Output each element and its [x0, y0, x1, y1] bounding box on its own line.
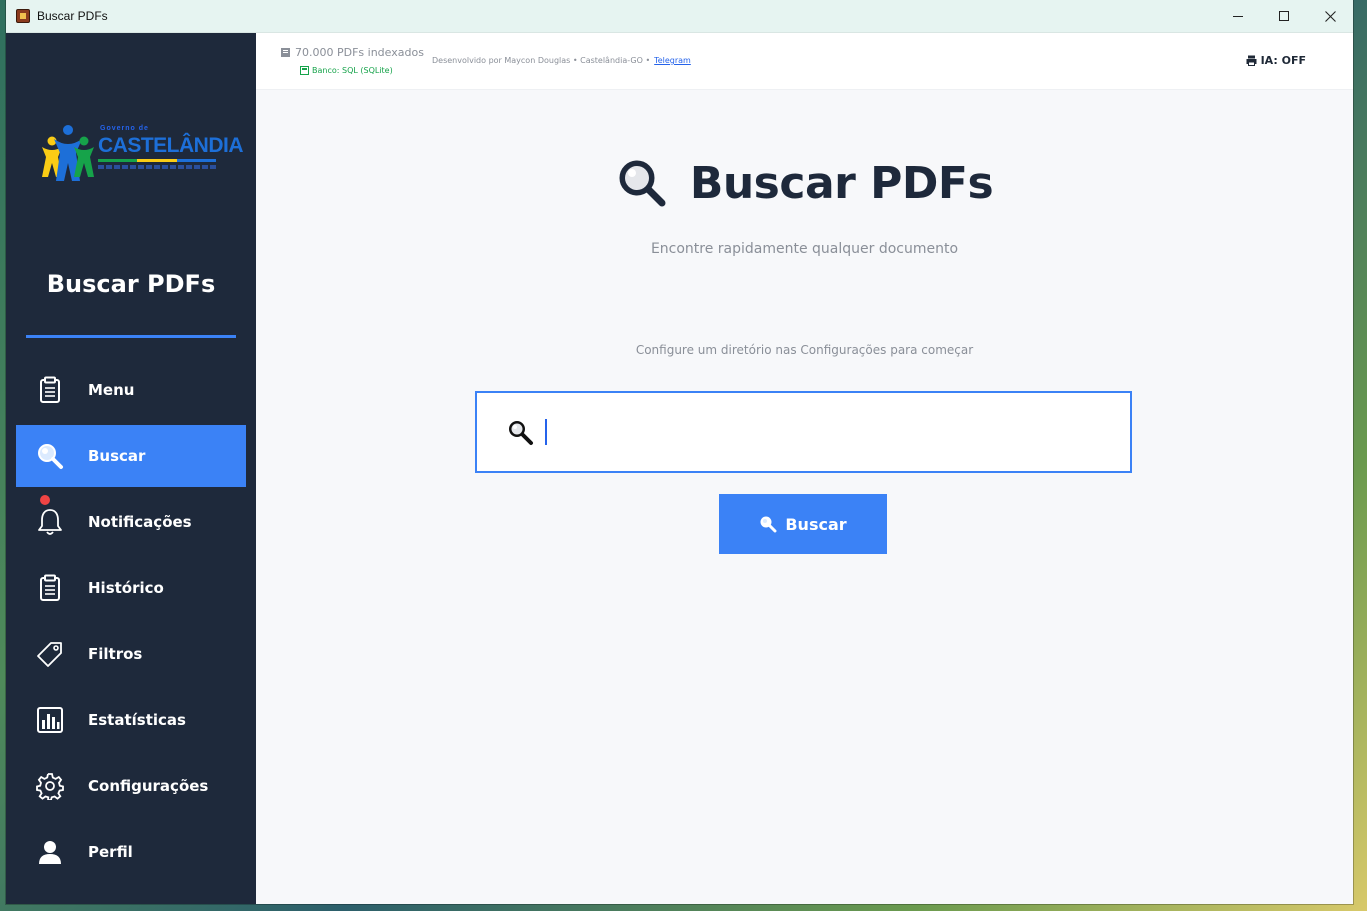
- page-header: Buscar PDFs: [256, 157, 1353, 209]
- sidebar: Governo de CASTELÂNDIA Buscar PDFs Menu …: [6, 33, 256, 904]
- sidebar-nav: Menu Buscar Notificações Histórico Filtr…: [16, 359, 246, 887]
- sidebar-title: Buscar PDFs: [46, 270, 216, 298]
- gear-icon: [34, 770, 66, 802]
- indexed-text: 70.000 PDFs indexados: [295, 46, 424, 59]
- close-button[interactable]: [1307, 0, 1353, 33]
- telegram-link[interactable]: Telegram: [654, 56, 691, 65]
- setup-hint: Configure um diretório nas Configurações…: [635, 343, 974, 357]
- sidebar-item-historico[interactable]: Histórico: [16, 557, 246, 619]
- sidebar-item-label: Filtros: [88, 645, 143, 663]
- sidebar-item-label: Notificações: [88, 513, 192, 531]
- people-logo-icon: [42, 125, 94, 181]
- sidebar-item-label: Buscar: [88, 447, 146, 465]
- clipboard-icon: [34, 374, 66, 406]
- sidebar-item-label: Estatísticas: [88, 711, 186, 729]
- sidebar-item-perfil[interactable]: Perfil: [16, 821, 246, 883]
- search-button[interactable]: Buscar: [719, 494, 887, 554]
- indexed-count: 70.000 PDFs indexados: [280, 46, 424, 59]
- top-status-bar: 70.000 PDFs indexados Banco: SQL (SQLite…: [256, 33, 1353, 90]
- logo-main-text: CASTELÂNDIA: [98, 134, 244, 157]
- sidebar-divider: [26, 335, 236, 338]
- text-caret: [545, 419, 547, 445]
- logo-stripe: [98, 159, 216, 162]
- sidebar-item-label: Configurações: [88, 777, 209, 795]
- sidebar-item-estatisticas[interactable]: Estatísticas: [16, 689, 246, 751]
- maximize-icon: [1278, 11, 1289, 21]
- maximize-button[interactable]: [1261, 0, 1307, 33]
- sidebar-item-menu[interactable]: Menu: [16, 359, 246, 421]
- tag-icon: [34, 638, 66, 670]
- bell-icon: [34, 506, 66, 538]
- title-bar: Buscar PDFs: [6, 0, 1353, 33]
- sidebar-item-notificacoes[interactable]: Notificações: [16, 491, 246, 553]
- sidebar-item-label: Menu: [88, 381, 135, 399]
- minimize-button[interactable]: [1215, 0, 1261, 33]
- logo-top-text: Governo de: [100, 125, 149, 132]
- logo-subtext: [98, 165, 216, 169]
- document-stack-icon: [281, 48, 290, 57]
- sidebar-item-buscar[interactable]: Buscar: [16, 425, 246, 487]
- credit-text: Desenvolvido por Maycon Douglas • Castel…: [432, 56, 651, 65]
- page-title: Buscar PDFs: [689, 157, 994, 209]
- search-icon: [34, 440, 66, 472]
- minimize-icon: [1232, 16, 1243, 17]
- clipboard-icon: [34, 572, 66, 604]
- ia-status-text: IA: OFF: [1260, 54, 1306, 67]
- search-button-label: Buscar: [785, 514, 847, 534]
- search-box[interactable]: [475, 391, 1132, 473]
- notification-badge: [40, 495, 50, 505]
- app-icon: [16, 9, 30, 23]
- developer-credit: Desenvolvido por Maycon Douglas • Castel…: [432, 56, 691, 65]
- sidebar-item-label: Perfil: [88, 843, 133, 861]
- window-title: Buscar PDFs: [37, 9, 108, 23]
- search-icon: [505, 417, 535, 447]
- magnifier-icon: [619, 160, 666, 207]
- sidebar-item-label: Histórico: [88, 579, 164, 597]
- database-status: Banco: SQL (SQLite): [300, 66, 393, 75]
- main-content: 70.000 PDFs indexados Banco: SQL (SQLite…: [256, 33, 1353, 904]
- close-icon: [1324, 11, 1336, 22]
- app-window: Buscar PDFs Governo de CASTELÂNDIA Busca…: [6, 0, 1353, 904]
- sidebar-item-configuracoes[interactable]: Configurações: [16, 755, 246, 817]
- bar-chart-icon: [34, 704, 66, 736]
- ia-status: IA: OFF: [1246, 54, 1306, 67]
- search-icon: [759, 515, 777, 533]
- search-input[interactable]: [555, 412, 1114, 452]
- database-text: Banco: SQL (SQLite): [312, 66, 393, 75]
- user-icon: [34, 836, 66, 868]
- page-subtitle: Encontre rapidamente qualquer documento: [650, 241, 959, 257]
- database-icon: [300, 66, 309, 75]
- castelandia-logo: Governo de CASTELÂNDIA: [40, 123, 244, 183]
- printer-icon: [1246, 55, 1257, 66]
- window-controls: [1215, 0, 1353, 33]
- sidebar-item-filtros[interactable]: Filtros: [16, 623, 246, 685]
